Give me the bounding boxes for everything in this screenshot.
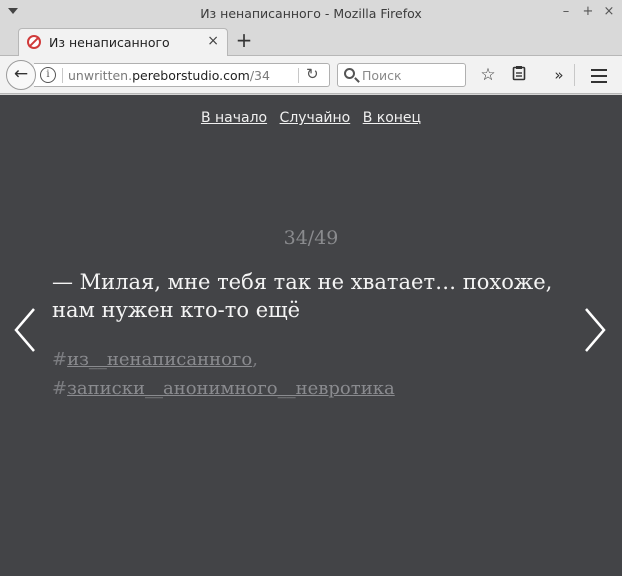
- url-path: /34: [249, 68, 270, 83]
- url-divider-2: [298, 68, 299, 83]
- tag-hash: #: [52, 378, 68, 399]
- search-icon: [344, 68, 355, 79]
- quote-text: — Милая, мне тебя так не хватает… похоже…: [52, 270, 553, 322]
- prev-arrow-icon[interactable]: [10, 305, 40, 355]
- reader-view-icon[interactable]: [508, 65, 530, 87]
- window-title: Из ненаписанного - Mozilla Firefox: [200, 6, 422, 21]
- hamburger-menu-icon[interactable]: [589, 65, 609, 87]
- reload-icon[interactable]: ↻: [306, 65, 319, 83]
- maximize-button[interactable]: +: [580, 4, 596, 20]
- tag-item: #записки__анонимного__невротика: [52, 374, 572, 403]
- tag-link[interactable]: из__ненаписанного: [67, 349, 252, 370]
- next-arrow-icon[interactable]: [580, 305, 610, 355]
- tag-link[interactable]: записки__анонимного__невротика: [67, 378, 395, 399]
- url-prefix: unwritten.: [68, 68, 133, 83]
- tag-hash: #: [52, 349, 68, 370]
- page-top-nav: В начало Случайно В конец: [0, 110, 622, 126]
- close-window-button[interactable]: ×: [601, 4, 617, 20]
- link-random[interactable]: Случайно: [280, 110, 351, 126]
- new-tab-button[interactable]: +: [234, 29, 254, 51]
- page-content: В начало Случайно В конец 34/49 — Милая,…: [0, 95, 622, 576]
- tag-list: #из__ненаписанного, #записки__анонимного…: [52, 345, 572, 403]
- url-divider: [62, 68, 63, 83]
- back-button[interactable]: ←: [6, 60, 36, 90]
- url-text[interactable]: unwritten.pereborstudio.com/34: [68, 68, 270, 83]
- toolbar-divider: [574, 64, 575, 86]
- tab-active[interactable]: Из ненаписанного ×: [18, 28, 228, 57]
- tag-separator: ,: [252, 349, 258, 370]
- site-favicon-icon: [27, 35, 41, 49]
- tab-strip: Из ненаписанного × +: [0, 26, 622, 57]
- bookmark-star-icon[interactable]: ☆: [477, 65, 499, 87]
- navigation-toolbar: i unwritten.pereborstudio.com/34 ↻ ← Пои…: [0, 56, 622, 94]
- search-input[interactable]: Поиск: [337, 63, 466, 87]
- overflow-menu-icon[interactable]: »: [548, 65, 570, 87]
- tab-label: Из ненаписанного: [49, 35, 170, 50]
- url-domain: pereborstudio.com: [132, 68, 250, 83]
- site-info-icon[interactable]: i: [40, 67, 56, 83]
- link-first[interactable]: В начало: [201, 110, 267, 126]
- window-titlebar: Из ненаписанного - Mozilla Firefox – + ×: [0, 0, 622, 26]
- search-placeholder: Поиск: [362, 68, 402, 83]
- minimize-button[interactable]: –: [558, 4, 574, 20]
- page-counter: 34/49: [283, 227, 339, 249]
- link-last[interactable]: В конец: [363, 110, 421, 126]
- tag-item: #из__ненаписанного,: [52, 345, 572, 374]
- url-bar[interactable]: i unwritten.pereborstudio.com/34 ↻: [34, 63, 330, 87]
- tab-close-button[interactable]: ×: [207, 33, 219, 49]
